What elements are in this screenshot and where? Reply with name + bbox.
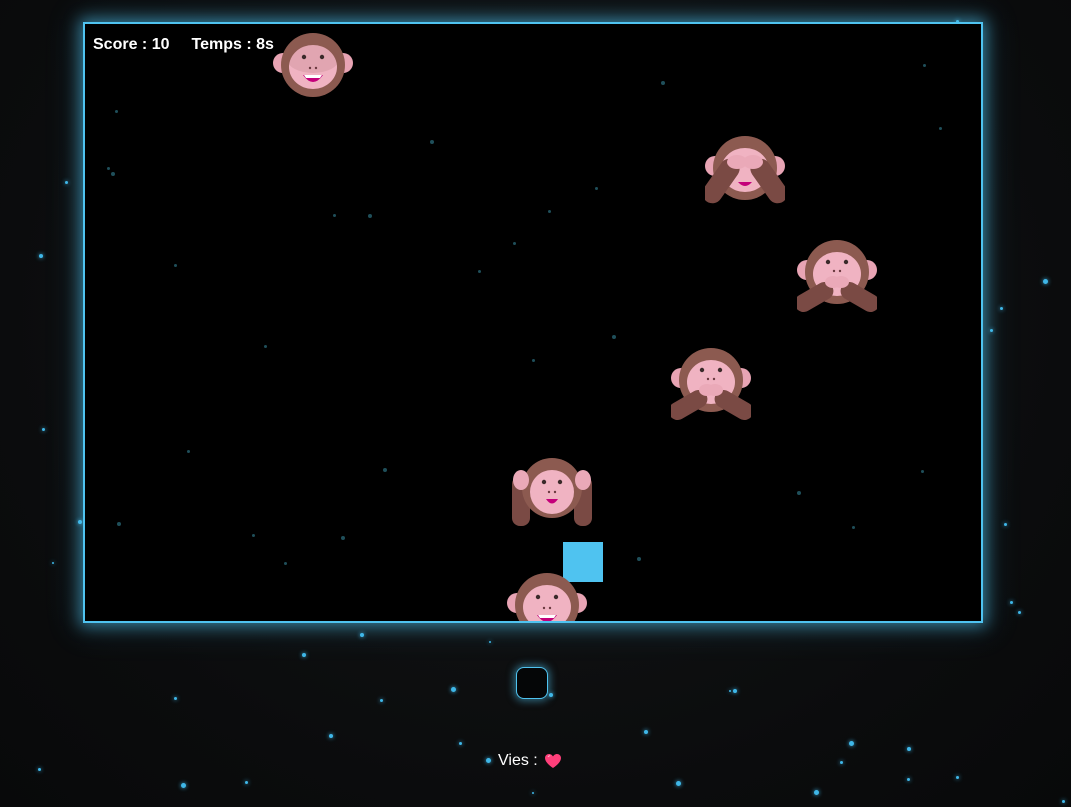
background-star [486,758,491,763]
background-star [181,783,186,788]
canvas-star [612,335,616,339]
background-star [729,690,731,692]
canvas-star [532,359,535,362]
background-star [1000,307,1003,310]
monkey-face-icon [507,569,587,621]
time-display: Temps : 8s [191,36,274,53]
game-page: Score : 10 Temps : 8s Vies: [0,0,1071,807]
background-star [733,689,737,693]
background-star [78,520,82,524]
canvas-star [939,127,942,130]
heart-icon [544,753,562,769]
background-star [360,633,364,637]
background-star [174,697,177,700]
background-star [42,428,45,431]
background-star [1004,523,1007,526]
canvas-star [852,526,855,529]
canvas-star [284,562,287,565]
canvas-star [430,140,434,144]
monkey-face-icon [273,29,353,103]
speak-no-evil-monkey-icon [797,238,877,312]
canvas-star [252,534,255,537]
game-canvas[interactable]: Score : 10 Temps : 8s [83,22,983,623]
canvas-star [111,172,115,176]
background-star [907,778,910,781]
canvas-star [264,345,267,348]
background-star [1010,601,1013,604]
canvas-star [513,242,516,245]
canvas-star [923,64,926,67]
canvas-star [797,491,801,495]
background-star [329,734,333,738]
lives-display: Vies : [498,752,562,770]
background-star [549,693,553,697]
background-star [1018,611,1021,614]
background-star [907,747,911,751]
canvas-star [548,210,551,213]
canvas-star [595,187,598,190]
background-star [245,781,248,784]
background-star [644,730,648,734]
canvas-star [341,536,345,540]
speak-no-evil-monkey-icon [671,346,751,420]
background-star [532,792,534,794]
background-star [676,781,681,786]
background-star [849,741,854,746]
canvas-star [368,214,372,218]
background-star [380,699,383,702]
background-star [840,761,843,764]
background-star [1062,800,1065,803]
background-star [38,768,41,771]
background-star [990,329,993,332]
background-star [956,776,959,779]
background-star [459,742,462,745]
background-star [65,181,68,184]
canvas-star [174,264,177,267]
control-button[interactable] [516,667,548,699]
hud: Score : 10 Temps : 8s [93,36,274,54]
background-star [489,641,491,643]
background-star [1043,279,1048,284]
background-star [451,687,456,692]
background-star [52,562,54,564]
canvas-star [661,81,665,85]
canvas-star [117,522,121,526]
canvas-star [187,450,190,453]
canvas-star [921,470,924,473]
background-star [814,790,819,795]
canvas-star [478,270,481,273]
canvas-star [333,214,336,217]
canvas-star [383,468,387,472]
canvas-star [107,167,110,170]
background-star [39,254,43,258]
score-display: Score : 10 [93,36,170,53]
hear-no-evil-monkey-icon [512,454,592,528]
background-star [302,653,306,657]
canvas-star [115,110,118,113]
see-no-evil-monkey-icon [705,134,785,208]
canvas-star [637,557,641,561]
lives-label: Vies : [498,752,538,769]
